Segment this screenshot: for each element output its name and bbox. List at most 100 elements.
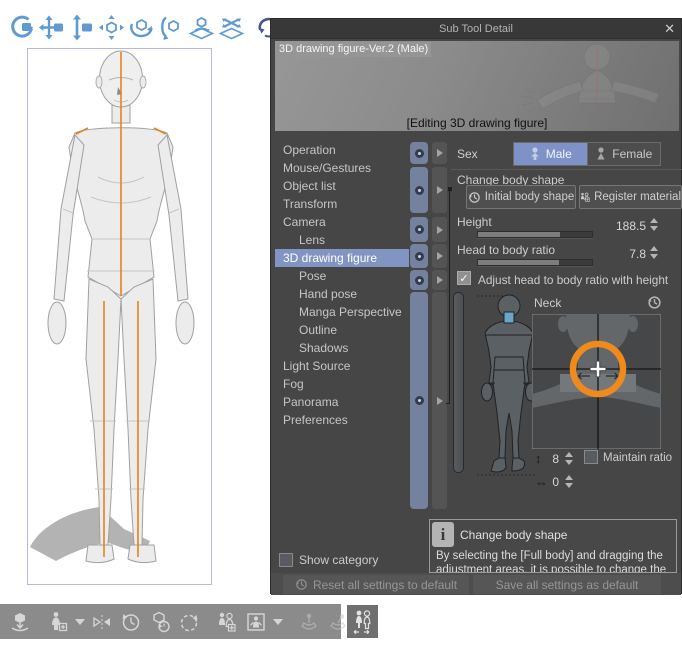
sex-female-button[interactable]: Female	[586, 143, 660, 165]
eye-icon	[414, 148, 424, 158]
nav-item-mouse-gestures[interactable]: Mouse/Gestures	[275, 159, 409, 177]
reset-icon	[468, 191, 480, 203]
sex-segmented-control: Male Female	[513, 142, 661, 166]
save-all-settings-label: Save all settings as default	[495, 577, 639, 592]
sex-male-button[interactable]: Male	[514, 143, 587, 165]
reset-camera-icon[interactable]	[177, 609, 201, 634]
camera-toolbar	[8, 14, 282, 41]
drop-to-ground-icon[interactable]	[8, 609, 32, 634]
add-figure-caret-icon[interactable]	[75, 618, 85, 625]
eye-toggle-body-shape[interactable]	[410, 167, 428, 213]
nav-item-shadows[interactable]: Shadows	[275, 339, 409, 357]
camera-orbit-icon[interactable]	[8, 14, 35, 41]
nav-item-3d-drawing-figure[interactable]: 3D drawing figure	[275, 249, 409, 267]
eye-toggle-head-ratio[interactable]	[410, 244, 428, 268]
reset-pose-icon[interactable]	[119, 609, 143, 634]
initial-body-shape-button[interactable]: Initial body shape	[466, 185, 576, 209]
reset-all-settings-label: Reset all settings to default	[312, 577, 458, 592]
play-triangle-icon	[436, 396, 443, 405]
reset-all-settings-button[interactable]: Reset all settings to default	[283, 575, 469, 594]
close-icon[interactable]: ✕	[664, 21, 675, 37]
save-all-settings-button[interactable]: Save all settings as default	[473, 575, 661, 594]
play-triangle-icon	[436, 149, 443, 157]
object-rotate-icon[interactable]	[128, 14, 155, 41]
register-figure-icon[interactable]	[215, 609, 239, 634]
nav-item-light-source[interactable]: Light Source	[275, 357, 409, 375]
expand-sex[interactable]	[432, 142, 447, 164]
object-plane-rotate-icon[interactable]	[188, 14, 215, 41]
neck-adjust-pad[interactable]	[532, 314, 661, 449]
mirror-pose-icon[interactable]	[90, 609, 114, 634]
add-figure-icon[interactable]	[46, 609, 70, 634]
register-material-label: Register material	[594, 191, 681, 203]
eye-toggle-editor[interactable]	[410, 292, 428, 509]
nav-item-operation[interactable]: Operation	[275, 141, 409, 159]
stepper-down-icon[interactable]	[650, 226, 658, 231]
stepper-up-icon[interactable]	[565, 475, 573, 480]
3d-viewport[interactable]	[27, 48, 212, 585]
vertical-value: 8	[552, 452, 559, 466]
nav-item-fog[interactable]: Fog	[275, 375, 409, 393]
stepper-down-icon[interactable]	[650, 254, 658, 259]
editing-status: [Editing 3D drawing figure]	[406, 116, 548, 130]
expand-editor[interactable]	[432, 292, 447, 509]
sex-female-label: Female	[612, 147, 653, 161]
head-ratio-value: 7.8	[629, 247, 646, 261]
expand-adjust[interactable]	[432, 270, 447, 290]
camera-pan-icon[interactable]	[38, 14, 65, 41]
change-body-shape-button[interactable]	[347, 605, 378, 638]
fit-figure-caret-icon[interactable]	[273, 618, 283, 625]
object-move-icon[interactable]	[98, 14, 125, 41]
object-snap-ground-icon[interactable]	[218, 14, 245, 41]
eye-toggle-height[interactable]	[410, 217, 428, 242]
initial-body-shape-label: Initial body shape	[484, 191, 575, 203]
neck-highlight[interactable]	[503, 311, 515, 324]
nav-item-preferences[interactable]: Preferences	[275, 411, 409, 429]
adjust-ratio-checkbox[interactable]: ✓	[457, 271, 471, 285]
head-ratio-slider[interactable]	[477, 259, 593, 266]
maintain-ratio-checkbox[interactable]	[584, 450, 598, 464]
nav-item-object-list[interactable]: Object list	[275, 177, 409, 195]
head-ratio-label: Head to body ratio	[457, 243, 556, 257]
height-slider[interactable]	[477, 231, 593, 238]
panel-footer: Reset all settings to default Save all s…	[271, 573, 681, 595]
material-name-label: 3D drawing figure-Ver.2 (Male)	[276, 42, 432, 57]
panel-titlebar[interactable]: Sub Tool Detail ✕	[271, 19, 681, 39]
object-vertical-rotate-icon[interactable]	[158, 14, 185, 41]
panel-title: Sub Tool Detail	[439, 22, 513, 35]
body-shape-icon	[353, 609, 371, 634]
stepper-down-icon[interactable]	[565, 483, 573, 488]
play-triangle-icon	[436, 276, 443, 284]
nav-item-hand-pose[interactable]: Hand pose	[275, 285, 409, 303]
stepper-down-icon[interactable]	[565, 460, 573, 465]
stepper-up-icon[interactable]	[650, 246, 658, 251]
height-stepper	[650, 218, 658, 231]
expand-body-shape[interactable]	[432, 167, 447, 213]
nav-item-camera[interactable]: Camera	[275, 213, 409, 231]
nav-item-panorama[interactable]: Panorama	[275, 393, 409, 411]
show-category-checkbox[interactable]	[279, 553, 293, 567]
nav-item-pose[interactable]: Pose	[275, 267, 409, 285]
play-triangle-icon	[436, 186, 443, 194]
expand-head-ratio[interactable]	[432, 244, 447, 268]
fit-figure-icon[interactable]	[244, 609, 268, 634]
eye-toggle-sex[interactable]	[410, 142, 428, 164]
part-reset-icon[interactable]	[647, 295, 662, 310]
stepper-up-icon[interactable]	[650, 218, 658, 223]
body-part-silhouette[interactable]	[465, 291, 541, 483]
hand-setup-icon[interactable]	[297, 609, 321, 634]
reset-icon	[296, 579, 307, 590]
eye-toggle-adjust[interactable]	[410, 270, 428, 290]
nav-item-transform[interactable]: Transform	[275, 195, 409, 213]
nav-item-manga-perspective[interactable]: Manga Perspective	[275, 303, 409, 321]
camera-zoom-icon[interactable]	[68, 14, 95, 41]
expand-height[interactable]	[432, 217, 447, 242]
reset-rotation-icon[interactable]	[148, 609, 172, 634]
stepper-up-icon[interactable]	[565, 452, 573, 457]
nav-item-lens[interactable]: Lens	[275, 231, 409, 249]
height-gauge[interactable]	[453, 292, 464, 473]
group-bracket-line	[446, 403, 450, 404]
nav-item-outline[interactable]: Outline	[275, 321, 409, 339]
register-material-button[interactable]: Register material	[579, 185, 682, 209]
3d-male-figure	[30, 50, 195, 564]
